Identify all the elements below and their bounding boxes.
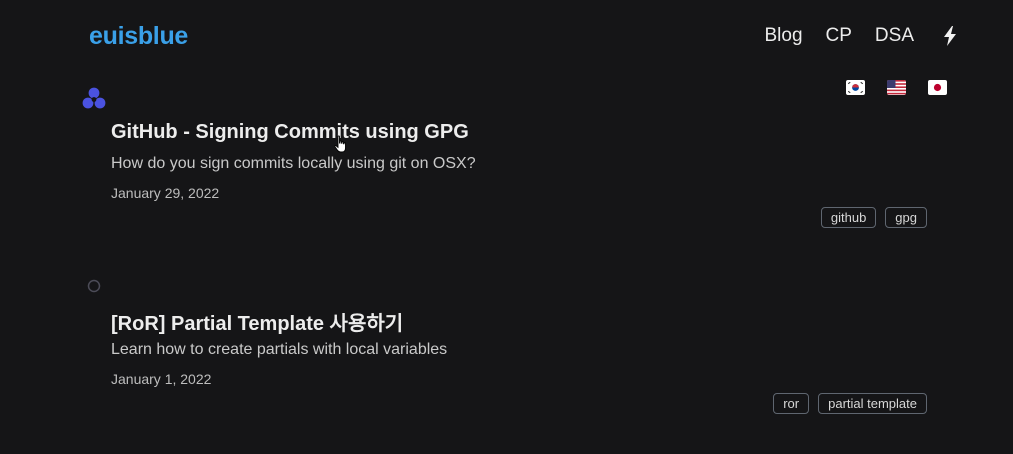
japan-flag-icon[interactable] xyxy=(928,80,947,95)
main-nav: Blog CP DSA xyxy=(764,25,957,47)
circle-outline-icon xyxy=(87,279,101,298)
nav-blog-link[interactable]: Blog xyxy=(764,25,802,47)
tag-gpg[interactable]: gpg xyxy=(885,207,927,228)
hand-pointer-cursor-icon xyxy=(333,135,349,155)
site-header: euisblue Blog CP DSA xyxy=(0,0,1013,72)
tag-partial-template[interactable]: partial template xyxy=(818,393,927,414)
three-dot-cluster-icon xyxy=(81,86,109,117)
tag-github[interactable]: github xyxy=(820,207,877,228)
post-title[interactable]: [RoR] Partial Template 사용하기 xyxy=(111,307,403,336)
post-date: January 1, 2022 xyxy=(111,371,212,387)
post-title[interactable]: GitHub - Signing Commits using GPG xyxy=(111,121,469,144)
post-tags: github gpg xyxy=(820,207,927,228)
nav-dsa-link[interactable]: DSA xyxy=(875,25,914,47)
post-description: How do you sign commits locally using gi… xyxy=(111,155,476,172)
lightning-bolt-icon[interactable] xyxy=(943,26,957,46)
tag-ror[interactable]: ror xyxy=(773,393,810,414)
nav-cp-link[interactable]: CP xyxy=(826,25,852,47)
post-description: Learn how to create partials with local … xyxy=(111,341,448,358)
post-tags: ror partial template xyxy=(773,393,927,414)
korea-flag-icon[interactable] xyxy=(846,80,865,95)
language-switcher xyxy=(846,80,947,95)
us-flag-icon[interactable] xyxy=(887,80,906,95)
post-date: January 29, 2022 xyxy=(111,185,220,201)
site-logo[interactable]: euisblue xyxy=(89,22,188,51)
